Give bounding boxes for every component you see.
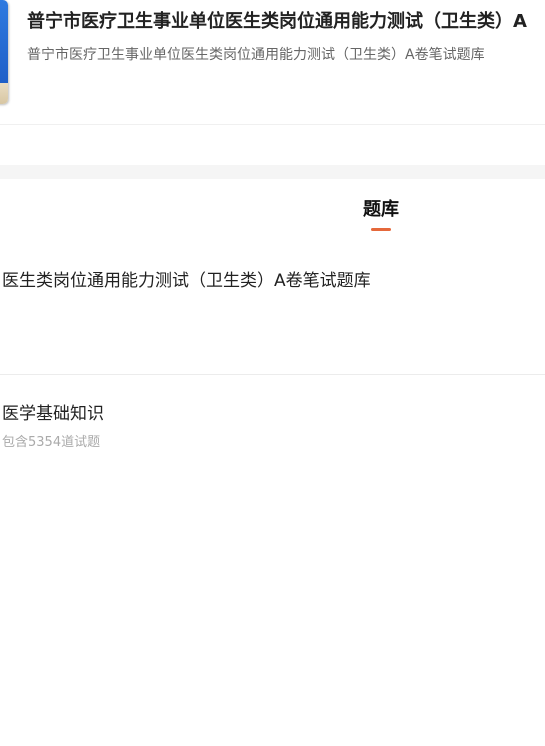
header-divider bbox=[0, 124, 545, 125]
list-divider bbox=[0, 374, 545, 375]
book-header: 普宁市医疗卫生事业单位医生类岗位通用能力测试（卫生类）A 普宁市医疗卫生事业单位… bbox=[0, 0, 545, 125]
book-subtitle: 普宁市医疗卫生事业单位医生类岗位通用能力测试（卫生类）A卷笔试题库 bbox=[27, 47, 485, 63]
section-separator bbox=[0, 165, 545, 179]
section-name: 医学基础知识 bbox=[2, 404, 104, 424]
tab-label: 题库 bbox=[363, 199, 399, 220]
tab-question-bank[interactable]: 题库 bbox=[352, 196, 410, 231]
section-question-count: 包含5354道试题 bbox=[2, 435, 101, 450]
list-item-section[interactable]: 医学基础知识 包含5354道试题 bbox=[2, 400, 542, 452]
book-title: 普宁市医疗卫生事业单位医生类岗位通用能力测试（卫生类）A bbox=[27, 11, 527, 32]
tab-active-indicator bbox=[371, 228, 391, 231]
book-cover-image[interactable] bbox=[0, 0, 8, 104]
question-bank-title: 医生类岗位通用能力测试（卫生类）A卷笔试题库 bbox=[2, 271, 371, 291]
